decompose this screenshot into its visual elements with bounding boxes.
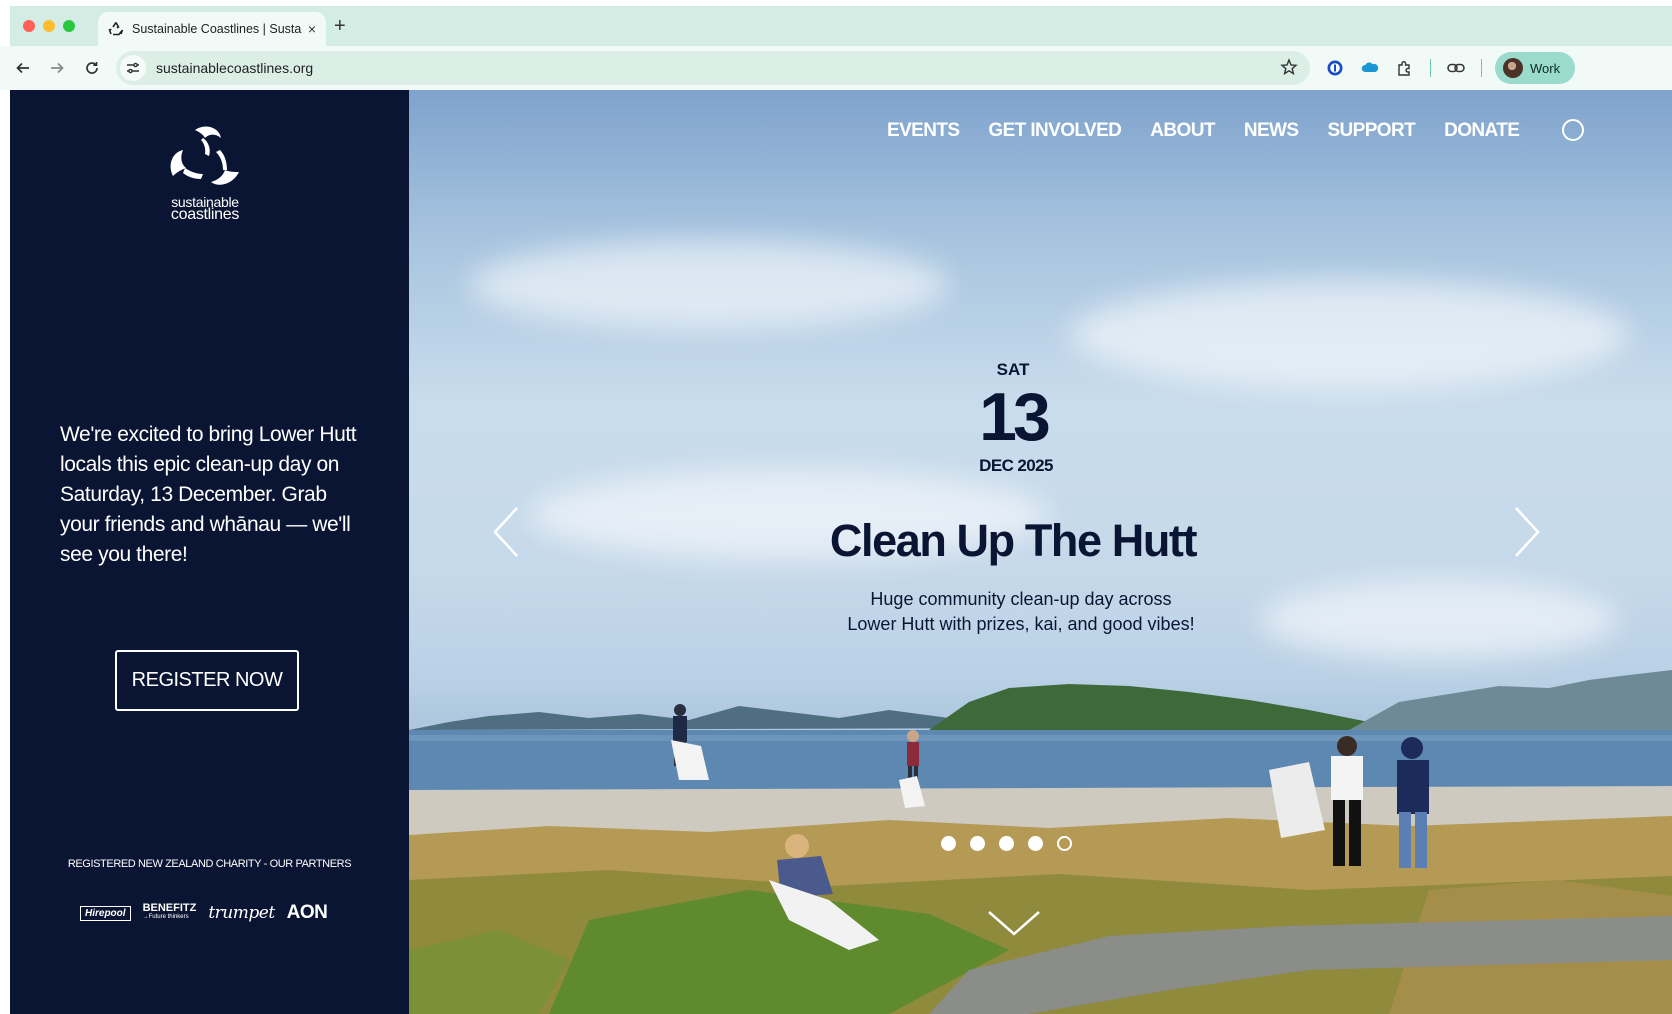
toolbar-separator: [1481, 59, 1482, 77]
event-description-line-1: Huge community clean-up day across: [870, 589, 1172, 609]
nav-support[interactable]: SUPPORT: [1327, 120, 1415, 142]
event-description: Huge community clean-up day across Lower…: [826, 587, 1216, 637]
event-date: 13: [979, 379, 1051, 455]
event-title[interactable]: Clean Up The Hutt: [409, 515, 1617, 567]
partner-trumpet-logo[interactable]: trumpet: [208, 903, 275, 923]
register-now-button[interactable]: REGISTER NOW: [115, 650, 299, 711]
avatar: [1503, 58, 1523, 78]
event-description-line-2: Lower Hutt with prizes, kai, and good vi…: [847, 614, 1195, 634]
tab-bar: Sustainable Coastlines | Susta × +: [10, 6, 1672, 46]
site-settings-icon[interactable]: [120, 55, 146, 81]
nav-events[interactable]: EVENTS: [887, 120, 960, 142]
partner-logos: Hirepool BENEFITZ →Future thinkers trump…: [80, 900, 340, 926]
partners-heading: REGISTERED NEW ZEALAND CHARITY - OUR PAR…: [67, 858, 352, 870]
close-window-button[interactable]: [23, 20, 35, 32]
previous-slide-icon[interactable]: [487, 502, 527, 562]
intro-text: We're excited to bring Lower Hutt locals…: [60, 423, 357, 566]
next-slide-icon[interactable]: [1506, 502, 1546, 562]
toolbar-separator: [1430, 59, 1431, 77]
slide-dot[interactable]: [970, 836, 985, 851]
logo-dolphins-icon: [170, 126, 239, 185]
sustainable-coastlines-logo[interactable]: sustainable coastlines: [165, 124, 255, 224]
logo-line-2: coastlines: [170, 206, 240, 223]
sidebar: sustainable coastlines We're excited to …: [10, 90, 409, 1014]
slide-dot-active[interactable]: [1057, 836, 1072, 851]
browser-toolbar: sustainablecoastlines.org Work: [0, 46, 1672, 90]
extensions-puzzle-icon[interactable]: [1395, 58, 1415, 78]
address-bar[interactable]: sustainablecoastlines.org: [116, 51, 1310, 85]
nav-get-involved[interactable]: GET INVOLVED: [988, 120, 1121, 142]
minimize-window-button[interactable]: [43, 20, 55, 32]
slide-dot[interactable]: [1028, 836, 1043, 851]
partner-hirepool-logo[interactable]: Hirepool: [80, 905, 131, 921]
profile-label: Work: [1530, 60, 1561, 76]
partner-benefitz-logo[interactable]: BENEFITZ →Future thinkers: [142, 903, 197, 922]
tab-close-button[interactable]: ×: [308, 21, 316, 37]
nav-donate[interactable]: DONATE: [1444, 120, 1520, 142]
link-icon[interactable]: [1446, 58, 1466, 78]
tab-title: Sustainable Coastlines | Susta: [132, 22, 302, 36]
hero-slider: EVENTS GET INVOLVED ABOUT NEWS SUPPORT D…: [409, 90, 1672, 1014]
scroll-down-chevron-icon[interactable]: [987, 908, 1041, 938]
browser-tab[interactable]: Sustainable Coastlines | Susta ×: [98, 12, 326, 46]
bookmark-star-icon[interactable]: [1280, 58, 1298, 81]
password-manager-icon[interactable]: [1325, 58, 1345, 78]
url-text: sustainablecoastlines.org: [156, 60, 314, 76]
logo-wordmark: sustainable coastlines: [165, 195, 245, 223]
recycle-favicon-icon: [108, 21, 124, 37]
slide-dot[interactable]: [941, 836, 956, 851]
maximize-window-button[interactable]: [63, 20, 75, 32]
search-icon[interactable]: [1562, 119, 1584, 141]
back-arrow-icon[interactable]: [12, 57, 34, 79]
forward-arrow-icon[interactable]: [46, 57, 68, 79]
main-nav: EVENTS GET INVOLVED ABOUT NEWS SUPPORT D…: [887, 120, 1520, 142]
nav-news[interactable]: NEWS: [1244, 120, 1299, 142]
reload-icon[interactable]: [81, 57, 103, 79]
profile-button[interactable]: Work: [1495, 52, 1575, 84]
event-month-year: DEC 2025: [979, 456, 1053, 475]
web-page: sustainable coastlines We're excited to …: [10, 90, 1672, 1014]
partner-aon-logo[interactable]: AON: [287, 902, 328, 924]
event-day: SAT: [996, 360, 1030, 379]
new-tab-button[interactable]: +: [334, 15, 346, 38]
salesforce-cloud-icon[interactable]: [1360, 58, 1380, 78]
slide-dot[interactable]: [999, 836, 1014, 851]
benefitz-tagline: →Future thinkers: [142, 914, 189, 920]
nav-about[interactable]: ABOUT: [1150, 120, 1215, 142]
slide-indicators: [941, 836, 1072, 851]
